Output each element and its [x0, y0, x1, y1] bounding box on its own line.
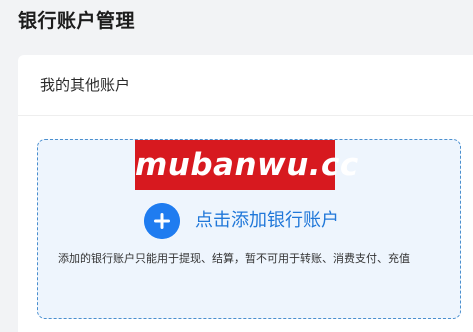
- add-bank-account-label[interactable]: 点击添加银行账户: [195, 209, 339, 233]
- watermark-logo: mubanwu.cc: [135, 140, 358, 190]
- other-accounts-card: 我的其他账户 mubanwu.cc 点击添加银行账户 添加的银行账户只能用于提现…: [18, 55, 473, 332]
- add-account-note: 添加的银行账户只能用于提现、结算，暂不可用于转账、消费支付、充值: [58, 252, 410, 265]
- card-header: 我的其他账户: [18, 55, 473, 116]
- page-title: 银行账户管理: [18, 10, 136, 32]
- card-header-title: 我的其他账户: [40, 76, 131, 94]
- add-bank-account-button[interactable]: 点击添加银行账户: [144, 203, 339, 239]
- plus-icon[interactable]: [144, 203, 180, 239]
